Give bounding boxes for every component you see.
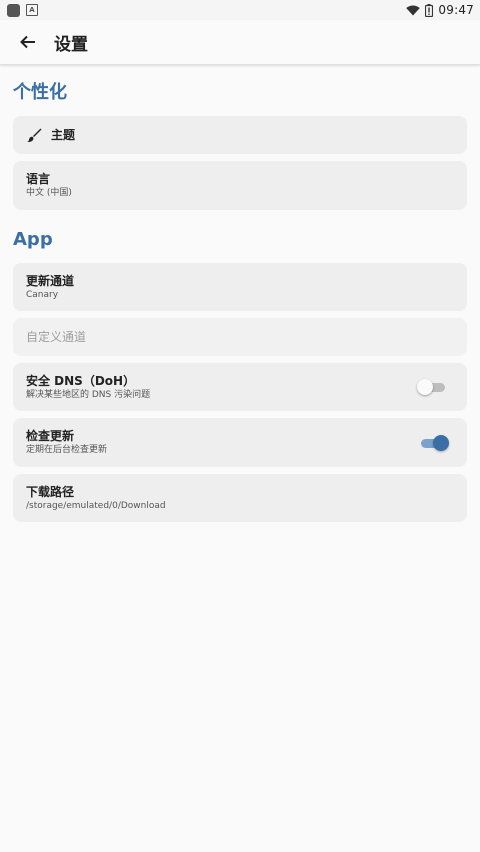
section-title-app: App [13,229,53,250]
notification-app-icon [7,3,20,17]
section-title-personalization: 个性化 [13,82,67,103]
download-path-label: 下载路径 [26,484,75,499]
check-updates-description: 定期在后台检查更新 [26,445,108,455]
wifi-icon [406,5,421,15]
update-channel-value: Canary [26,289,59,300]
language-value: 中文 (中国) [26,188,72,198]
app-bar: 设置 [0,20,480,65]
download-path-value: /storage/emulated/0/Download [26,500,166,511]
custom-channel-label: 自定义通道 [26,329,87,344]
brush-icon [27,128,42,143]
toggle-thumb [417,379,433,395]
back-button[interactable] [0,20,56,64]
secure-dns-setting[interactable]: 安全 DNS（DoH） 解决某些地区的 DNS 污染问题 [13,363,467,411]
notification-a-icon: A [26,4,38,16]
theme-label: 主题 [51,127,76,142]
page-title: 设置 [54,34,88,55]
check-updates-label: 检查更新 [26,429,75,443]
update-channel-label: 更新通道 [26,273,75,288]
secure-dns-description: 解决某些地区的 DNS 污染问题 [26,389,151,400]
theme-setting[interactable]: 主题 [13,116,467,154]
update-channel-setting[interactable]: 更新通道 Canary [13,263,467,311]
status-time: 09:47 [438,3,474,17]
arrow-left-icon [20,35,35,49]
toggle-thumb [433,434,449,451]
language-setting[interactable]: 语言 中文 (中国) [13,161,467,210]
custom-channel-setting: 自定义通道 [13,318,467,356]
status-bar: A 09:47 [0,0,480,20]
battery-alert-icon [425,3,434,17]
check-updates-toggle[interactable] [419,434,449,452]
secure-dns-toggle[interactable] [417,378,447,396]
check-updates-setting[interactable]: 检查更新 定期在后台检查更新 [13,418,467,467]
language-label: 语言 [26,172,51,186]
secure-dns-label: 安全 DNS（DoH） [26,373,136,388]
download-path-setting[interactable]: 下载路径 /storage/emulated/0/Download [13,474,467,522]
